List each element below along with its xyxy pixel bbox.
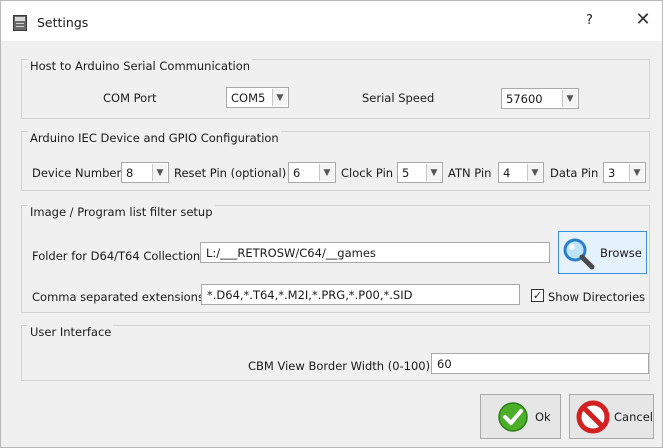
atn-pin-value: 4 [503,165,511,180]
chevron-down-icon: ▼ [319,164,334,181]
chevron-down-icon: ▼ [562,90,577,107]
close-icon[interactable]: ✕ [633,10,653,30]
app-window-icon [13,15,27,31]
chevron-down-icon: ▼ [426,164,441,181]
folder-label: Folder for D64/T64 Collection [32,249,201,263]
show-directories-checkbox[interactable]: ✓ [531,289,544,302]
atn-pin-select[interactable]: 4 ▼ [498,162,544,183]
data-pin-select[interactable]: 3 ▼ [603,162,646,183]
magnifier-icon [563,238,595,269]
clock-pin-value: 5 [402,165,410,180]
device-number-value: 8 [126,165,134,180]
group-title: Host to Arduino Serial Communication [28,59,253,73]
device-number-label: Device Number [32,166,122,180]
cancel-label: Cancel [614,409,653,424]
device-number-select[interactable]: 8 ▼ [121,162,169,183]
com-port-value: COM5 [231,90,266,105]
settings-dialog: Settings ? ✕ Host to Arduino Serial Comm… [0,0,663,448]
chevron-down-icon: ▼ [272,89,287,106]
ok-button[interactable]: Ok [480,394,561,439]
extensions-label: Comma separated extensions [32,290,204,304]
com-port-label: COM Port [103,91,157,105]
reset-pin-label: Reset Pin (optional) [174,166,287,180]
title-bar: Settings ? ✕ [1,1,662,41]
browse-label: Browse [600,245,642,260]
group-title: Arduino IEC Device and GPIO Configuratio… [28,131,281,145]
clock-pin-label: Clock Pin [341,166,394,180]
com-port-select[interactable]: COM5 ▼ [226,87,289,108]
cancel-button[interactable]: Cancel [569,394,654,439]
data-pin-value: 3 [608,165,616,180]
clock-pin-select[interactable]: 5 ▼ [397,162,443,183]
group-title: User Interface [28,325,114,339]
chevron-down-icon: ▼ [152,164,167,181]
border-width-label: CBM View Border Width (0-100) [248,359,431,373]
reset-pin-select[interactable]: 6 ▼ [288,162,336,183]
show-directories-label: Show Directories [548,290,646,304]
browse-button[interactable]: Browse [558,231,647,274]
data-pin-label: Data Pin [550,166,599,180]
chevron-down-icon: ▼ [629,164,644,181]
atn-pin-label: ATN Pin [448,166,492,180]
help-button[interactable]: ? [586,13,593,28]
border-width-input[interactable]: 60 [431,353,649,374]
serial-speed-select[interactable]: 57600 ▼ [501,88,579,109]
cancel-icon [576,400,610,433]
checkmark-icon [498,401,528,432]
chevron-down-icon: ▼ [527,164,542,181]
group-title: Image / Program list filter setup [28,205,215,219]
window-title: Settings [37,15,89,30]
serial-speed-label: Serial Speed [362,91,435,105]
serial-speed-value: 57600 [506,91,543,106]
ok-label: Ok [535,409,551,424]
extensions-input[interactable]: *.D64,*.T64,*.M2I,*.PRG,*.P00,*.SID [201,284,520,305]
reset-pin-value: 6 [293,165,301,180]
folder-path-input[interactable]: L:/___RETROSW/C64/__games [200,242,550,263]
